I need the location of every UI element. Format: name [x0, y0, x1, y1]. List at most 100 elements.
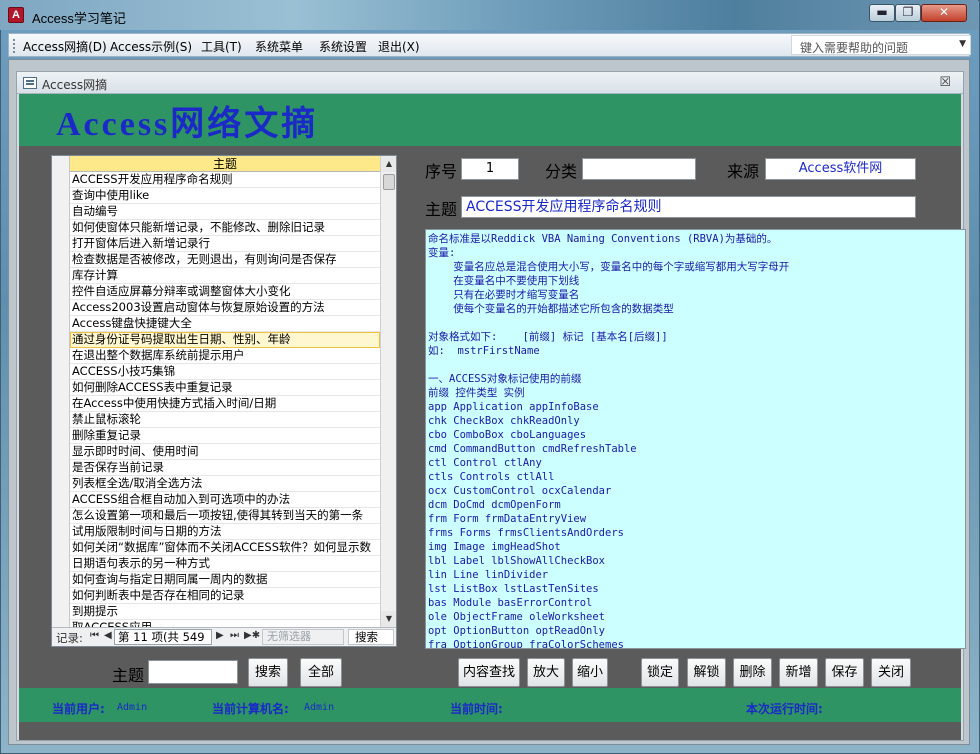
- help-question-box[interactable]: 键入需要帮助的问题 ▼: [791, 35, 971, 55]
- prev-record-icon[interactable]: ◀: [104, 630, 112, 641]
- close-window-button[interactable]: ✕: [921, 4, 967, 22]
- current-user-label: 当前用户:: [52, 702, 105, 716]
- list-scrollbar[interactable]: ▲ ▼: [380, 156, 396, 627]
- add-button[interactable]: 新增: [779, 658, 818, 687]
- menu-system-settings[interactable]: 系统设置: [319, 38, 367, 55]
- list-item[interactable]: 控件自适应屏幕分辩率或调整窗体大小变化: [70, 284, 380, 300]
- list-item[interactable]: 打开窗体后进入新增记录行: [70, 236, 380, 252]
- save-button[interactable]: 保存: [825, 658, 864, 687]
- content-line: 命名标准是以Reddick VBA Naming Conventions (RB…: [428, 233, 778, 245]
- record-selector-column[interactable]: [52, 156, 70, 627]
- menu-tools[interactable]: 工具(T): [201, 38, 242, 55]
- title-bar: A Access学习笔记 ▬ ❐ ✕: [0, 0, 978, 30]
- list-rows: ACCESS开发应用程序命名规则 查询中使用like 自动编号 如何使窗体只能新增记录…: [70, 172, 380, 636]
- list-item[interactable]: 在Access中使用快捷方式插入时间/日期: [70, 396, 380, 412]
- list-item[interactable]: Access键盘快捷键大全: [70, 316, 380, 332]
- list-item[interactable]: ACCESS组合框自动加入到可选项中的办法: [70, 492, 380, 508]
- list-item[interactable]: 通过身份证号码提取出生日期、性别、年龄: [70, 332, 380, 348]
- record-navigation-bar: 记录: ⏮ ◀ 第 11 项(共 549 ▶ ⏭ ▶✱ 无筛选器 搜索: [52, 627, 396, 646]
- find-content-button[interactable]: 内容查找: [458, 658, 520, 687]
- help-placeholder: 键入需要帮助的问题: [800, 41, 909, 55]
- menu-system-menu[interactable]: 系统菜单: [255, 38, 303, 55]
- chevron-down-icon[interactable]: ▼: [959, 39, 966, 49]
- menu-exit[interactable]: 退出(X): [378, 38, 420, 55]
- delete-button[interactable]: 删除: [733, 658, 772, 687]
- list-search-box[interactable]: 搜索: [348, 629, 394, 645]
- list-item[interactable]: 列表框全选/取消全选方法: [70, 476, 380, 492]
- topic-list[interactable]: 主题 ACCESS开发应用程序命名规则 查询中使用like 自动编号 如何使窗体只能新…: [51, 155, 397, 647]
- category-label: 分类: [545, 162, 578, 181]
- content-line: ctls Controls ctlAll: [428, 471, 555, 483]
- close-button[interactable]: 关闭: [871, 658, 911, 687]
- scroll-down-icon[interactable]: ▼: [381, 611, 396, 627]
- list-item[interactable]: 在退出整个数据库系统前提示用户: [70, 348, 380, 364]
- list-item[interactable]: Access2003设置启动窗体与恢复原始设置的方法: [70, 300, 380, 316]
- topic-field[interactable]: ACCESS开发应用程序命名规则: [461, 196, 916, 218]
- content-line: ocx CustomControl ocxCalendar: [428, 485, 612, 497]
- next-record-icon[interactable]: ▶: [216, 630, 224, 641]
- seq-field[interactable]: 1: [461, 158, 519, 180]
- content-line: 变量:: [428, 247, 456, 259]
- unlock-button[interactable]: 解锁: [687, 658, 726, 687]
- content-line: 前缀 控件类型 实例: [428, 387, 525, 399]
- content-line: frm Form frmDataEntryView: [428, 513, 587, 525]
- show-all-button[interactable]: 全部: [300, 658, 342, 687]
- list-item[interactable]: 如何判断表中是否存在相同的记录: [70, 588, 380, 604]
- list-item[interactable]: 是否保存当前记录: [70, 460, 380, 476]
- content-line: img Image imgHeadShot: [428, 541, 561, 553]
- list-item[interactable]: 如何关闭“数据库”窗体而不关闭ACCESS软件？如何显示数: [70, 540, 380, 556]
- list-item[interactable]: 到期提示: [70, 604, 380, 620]
- search-input[interactable]: [148, 660, 238, 684]
- content-line: cmd CommandButton cmdRefreshTable: [428, 443, 637, 455]
- search-topic-label: 主题: [112, 666, 145, 685]
- list-column-header[interactable]: 主题: [70, 156, 380, 172]
- zoom-in-button[interactable]: 放大: [527, 658, 565, 687]
- content-line: fra OptionGroup fraColorSchemes: [428, 639, 624, 649]
- content-line: chk CheckBox chkReadOnly: [428, 415, 580, 427]
- runtime-label: 本次运行时间:: [746, 702, 823, 716]
- computer-name-label: 当前计算机名:: [212, 702, 289, 716]
- list-item[interactable]: 如何删除ACCESS表中重复记录: [70, 380, 380, 396]
- menu-bar: Access网摘(D) Access示例(S) 工具(T) 系统菜单 系统设置 …: [8, 33, 971, 57]
- list-item[interactable]: ACCESS开发应用程序命名规则: [70, 172, 380, 188]
- search-button[interactable]: 搜索: [248, 658, 288, 687]
- no-filter-indicator[interactable]: 无筛选器: [262, 629, 344, 645]
- new-record-icon[interactable]: ▶✱: [244, 630, 260, 641]
- record-label: 记录:: [56, 631, 83, 645]
- menu-access-digest[interactable]: Access网摘(D): [23, 38, 107, 55]
- list-item[interactable]: ACCESS小技巧集锦: [70, 364, 380, 380]
- content-line: 对象格式如下: [前缀] 标记 [基本名[后缀]]: [428, 331, 668, 343]
- list-item[interactable]: 禁止鼠标滚轮: [70, 412, 380, 428]
- list-item[interactable]: 库存计算: [70, 268, 380, 284]
- list-item[interactable]: 试用版限制时间与日期的方法: [70, 524, 380, 540]
- menu-access-examples[interactable]: Access示例(S): [110, 38, 192, 55]
- content-line: [428, 316, 963, 330]
- source-field[interactable]: Access软件网: [765, 158, 916, 180]
- list-item[interactable]: 显示即时时间、使用时间: [70, 444, 380, 460]
- list-item[interactable]: 删除重复记录: [70, 428, 380, 444]
- record-position-input[interactable]: 第 11 项(共 549: [114, 629, 212, 645]
- content-line: app Application appInfoBase: [428, 401, 599, 413]
- access-app-icon: A: [8, 7, 24, 23]
- category-field[interactable]: [582, 158, 696, 180]
- current-user-value: Admin: [117, 702, 148, 713]
- list-item[interactable]: 如何查询与指定日期同属一周内的数据: [70, 572, 380, 588]
- toolbar-grip-icon[interactable]: [13, 39, 16, 53]
- list-item[interactable]: 日期语句表示的另一种方式: [70, 556, 380, 572]
- list-item[interactable]: 如何使窗体只能新增记录，不能修改、删除旧记录: [70, 220, 380, 236]
- zoom-out-button[interactable]: 缩小: [572, 658, 608, 687]
- list-item[interactable]: 怎么设置第一项和最后一项按钮,使得其转到当天的第一条: [70, 508, 380, 524]
- lock-button[interactable]: 锁定: [641, 658, 679, 687]
- close-form-icon[interactable]: ☒: [939, 75, 951, 90]
- list-item[interactable]: 查询中使用like: [70, 188, 380, 204]
- scroll-up-icon[interactable]: ▲: [381, 156, 396, 172]
- last-record-icon[interactable]: ⏭: [230, 630, 239, 641]
- content-memo[interactable]: 命名标准是以Reddick VBA Naming Conventions (RB…: [425, 229, 966, 649]
- list-item[interactable]: 自动编号: [70, 204, 380, 220]
- window-title: Access学习笔记: [32, 11, 126, 26]
- list-item[interactable]: 检查数据是否被修改，无则退出，有则询问是否保存: [70, 252, 380, 268]
- first-record-icon[interactable]: ⏮: [90, 630, 99, 641]
- maximize-button[interactable]: ❐: [895, 4, 921, 22]
- minimize-button[interactable]: ▬: [869, 4, 895, 22]
- scroll-thumb[interactable]: [383, 174, 395, 190]
